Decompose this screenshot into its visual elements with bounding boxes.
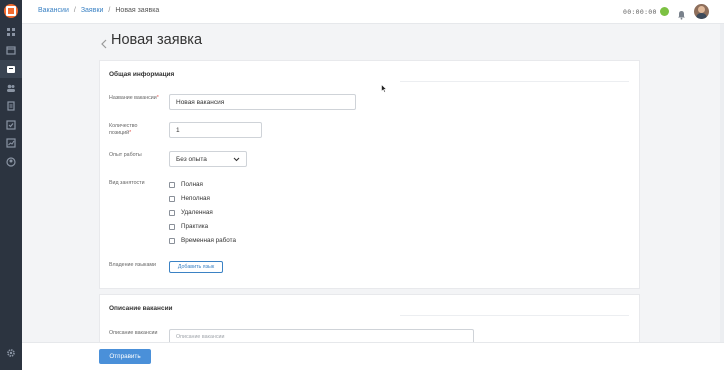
timer: 00:00:00 [623,8,657,16]
profile-icon[interactable] [6,157,16,167]
employment-option-part[interactable]: Неполная [169,195,210,202]
users-icon[interactable] [6,83,16,93]
add-language-button[interactable]: Добавить язык [169,261,223,273]
checkbox[interactable] [169,195,175,202]
checkbox[interactable] [169,181,175,188]
checkbox[interactable] [169,209,175,216]
bell-icon[interactable] [677,7,686,20]
back-arrow-icon[interactable] [100,36,108,49]
positions-input[interactable]: 1 [169,122,262,138]
app-logo[interactable] [4,4,18,18]
employment-option-remote[interactable]: Удаленная [169,209,213,216]
employment-option-full[interactable]: Полная [169,181,203,188]
employment-option-temporary[interactable]: Временная работа [169,237,236,244]
dashboard-icon[interactable] [6,27,16,37]
section-divider [400,315,629,316]
employment-option-label: Полная [181,181,203,188]
general-info-card: Общая информация Название вакансии* Нова… [99,60,640,289]
breadcrumb-separator: / [108,7,111,14]
status-indicator[interactable] [660,7,669,16]
breadcrumb: Вакансии / Заявки / Новая заявка [38,7,159,14]
vacancy-name-label-text: Название вакансии [109,95,157,101]
vacancy-name-label: Название вакансии* [109,95,167,102]
required-mark: * [129,130,132,136]
checkbox[interactable] [169,237,175,244]
experience-label: Опыт работы [109,152,142,158]
section-title-description: Описание вакансии [109,305,173,312]
section-divider [400,81,629,82]
positions-label-text: Количество позиций [109,123,138,136]
avatar[interactable] [694,4,709,19]
documents-icon[interactable] [6,101,16,111]
languages-label: Владение языками [109,262,156,268]
breadcrumb-requests[interactable]: Заявки [81,7,104,14]
vacancy-name-input[interactable]: Новая вакансия [169,94,356,110]
scrollbar[interactable] [720,24,724,342]
settings-icon[interactable] [6,348,16,358]
required-mark: * [156,95,159,101]
footer-bar: Отправить [22,342,724,370]
section-title-general: Общая информация [109,71,175,78]
checkbox[interactable] [169,223,175,230]
chevron-down-icon [233,156,240,163]
employment-option-internship[interactable]: Практика [169,223,208,230]
employment-option-label: Практика [181,223,209,230]
employment-option-label: Неполная [181,195,210,202]
experience-select-value: Без опыта [176,156,207,163]
submit-button[interactable]: Отправить [99,349,151,364]
experience-select[interactable]: Без опыта [169,151,247,167]
analytics-icon[interactable] [6,138,16,148]
employment-option-label: Удаленная [181,209,213,216]
breadcrumb-current: Новая заявка [115,7,160,14]
description-label: Описание вакансии [109,330,158,336]
requests-icon[interactable] [6,64,16,74]
positions-label: Количество позиций* [109,123,161,137]
page-title: Новая заявка [111,32,203,48]
employment-option-label: Временная работа [181,237,236,244]
mouse-cursor-icon [381,80,388,93]
employment-label: Вид занятости [109,180,145,186]
calendar-icon[interactable] [6,45,16,55]
top-bar: Вакансии / Заявки / Новая заявка 00:00:0… [22,0,724,24]
breadcrumb-separator: / [73,7,76,14]
tests-icon[interactable] [6,120,16,130]
sidebar [0,0,22,370]
breadcrumb-vacancies[interactable]: Вакансии [38,7,69,14]
